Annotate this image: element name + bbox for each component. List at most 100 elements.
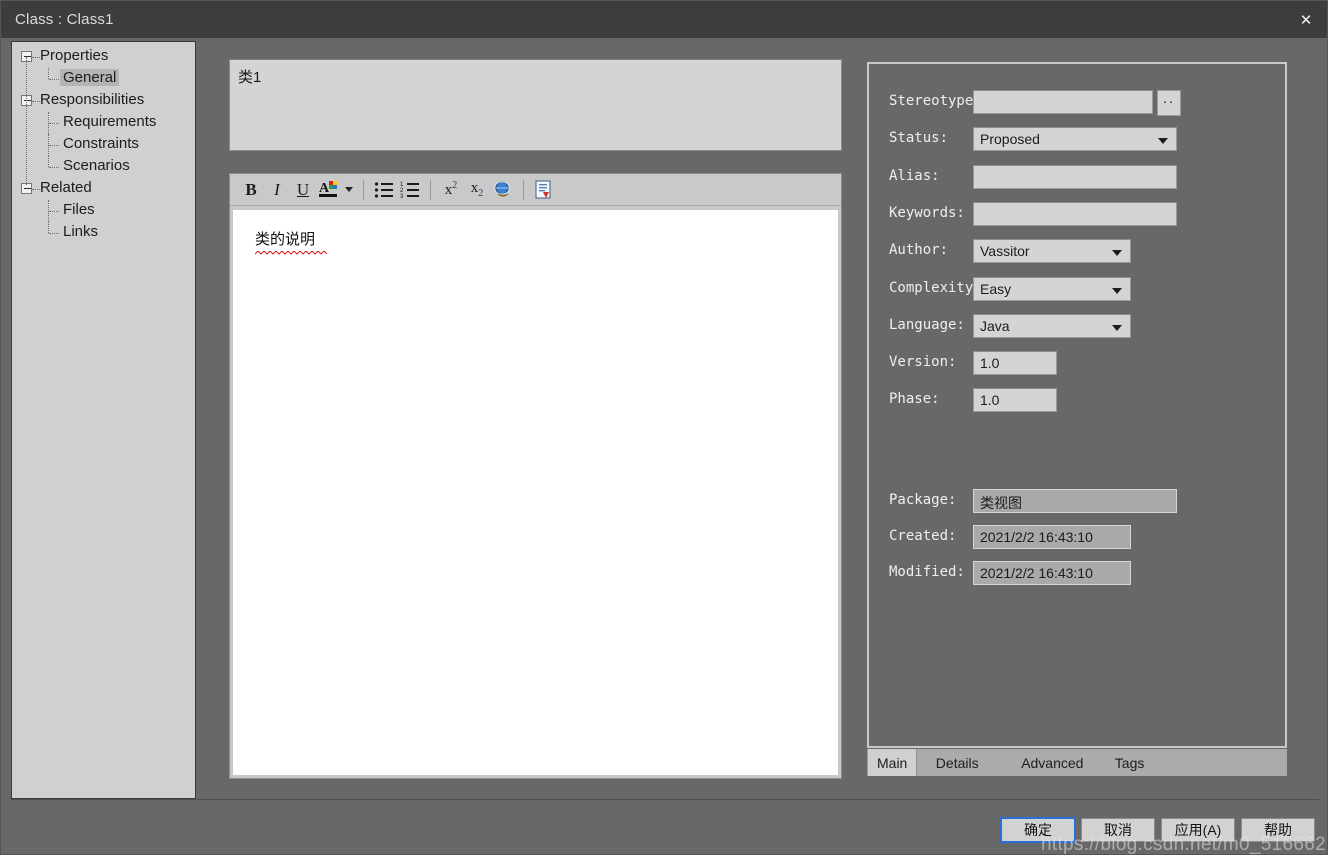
tree-connector <box>49 145 59 146</box>
tab-main[interactable]: Main <box>868 749 917 776</box>
properties-tabs[interactable]: Main Details Advanced Tags <box>867 749 1287 776</box>
tree-connector <box>49 167 59 168</box>
window-title: Class : Class1 <box>15 11 114 28</box>
complexity-value: Easy <box>980 281 1011 297</box>
hyperlink-icon[interactable] <box>490 177 516 203</box>
package-readonly: 类视图 <box>973 489 1177 513</box>
navigation-tree-panel[interactable]: PropertiesGeneral Responsibilities Require… <box>11 41 196 799</box>
navigation-tree[interactable]: PropertiesGeneral Responsibilities Require… <box>12 42 195 244</box>
superscript-icon[interactable]: x2 <box>438 177 464 203</box>
tab-advanced[interactable]: Advanced <box>1012 749 1092 776</box>
phase-value: 1.0 <box>980 392 999 408</box>
tree-connector <box>49 233 59 234</box>
package-value: 类视图 <box>980 493 1022 513</box>
field-row-status: Status:Proposed <box>869 127 1285 151</box>
insert-document-icon[interactable] <box>531 177 557 203</box>
status-value: Proposed <box>980 131 1040 147</box>
toolbar-separator <box>363 180 364 200</box>
tree-item-properties[interactable]: Properties <box>12 46 195 68</box>
field-row-modified: Modified:2021/2/2 16:43:10 <box>869 561 1285 585</box>
field-row-author: Author:Vassitor <box>869 239 1285 263</box>
notes-editor: BIUA 123 x2x2 类的说明 <box>229 173 842 779</box>
tree-connector <box>48 222 49 233</box>
version-label: Version: <box>889 354 981 370</box>
help-button[interactable]: 帮助 <box>1241 818 1315 842</box>
bullet-list-icon[interactable] <box>371 177 397 203</box>
tree-item-scenarios[interactable]: Scenarios <box>12 156 195 178</box>
numbered-list-icon[interactable]: 123 <box>397 177 423 203</box>
modified-readonly: 2021/2/2 16:43:10 <box>973 561 1131 585</box>
tab-details[interactable]: Details <box>927 749 988 776</box>
underline-icon[interactable]: U <box>290 177 316 203</box>
tree-item-label: Requirements <box>60 113 159 130</box>
class-properties-dialog: Class : Class1 ✕ PropertiesGeneral Respon… <box>0 0 1328 855</box>
subscript-icon[interactable]: x2 <box>464 177 490 203</box>
tree-item-constraints[interactable]: Constraints <box>12 134 195 156</box>
bold-icon[interactable]: B <box>238 177 264 203</box>
field-row-stereotype: Stereotype:.. <box>869 90 1285 114</box>
field-row-created: Created:2021/2/2 16:43:10 <box>869 525 1285 549</box>
field-row-alias: Alias: <box>869 165 1285 189</box>
author-select[interactable]: Vassitor <box>973 239 1131 263</box>
complexity-select[interactable]: Easy <box>973 277 1131 301</box>
class-name-input[interactable]: 类1 <box>229 59 842 151</box>
editor-canvas[interactable]: 类的说明 <box>233 210 838 775</box>
footer-divider <box>11 799 1319 800</box>
complexity-label: Complexity: <box>889 280 981 296</box>
properties-panel: Stereotype:.. Status:Proposed Alias: Keywor… <box>867 62 1287 748</box>
chevron-down-icon[interactable] <box>1158 138 1168 144</box>
package-label: Package: <box>889 492 981 508</box>
class-name-value: 类1 <box>238 66 261 87</box>
tab-tags[interactable]: Tags <box>1106 749 1154 776</box>
field-row-complexity: Complexity:Easy <box>869 277 1285 301</box>
tree-item-general[interactable]: General <box>12 68 195 90</box>
apply-button[interactable]: 应用(A) <box>1161 818 1235 842</box>
tree-item-label: Responsibilities <box>37 91 147 108</box>
tree-item-responsibilities[interactable]: Responsibilities <box>12 90 195 112</box>
close-icon[interactable]: ✕ <box>1283 1 1328 38</box>
tree-item-label: General <box>60 69 119 86</box>
chevron-down-icon[interactable] <box>1112 250 1122 256</box>
toolbar-separator <box>523 180 524 200</box>
svg-text:3: 3 <box>400 194 404 199</box>
field-row-version: Version:1.0 <box>869 351 1285 375</box>
status-label: Status: <box>889 130 981 146</box>
language-select[interactable]: Java <box>973 314 1131 338</box>
font-color-dropdown-icon[interactable] <box>342 177 356 203</box>
field-row-keywords: Keywords: <box>869 202 1285 226</box>
phase-input[interactable]: 1.0 <box>973 388 1057 412</box>
tree-item-related[interactable]: Related <box>12 178 195 200</box>
tree-item-label: Links <box>60 223 101 240</box>
tree-connector <box>48 134 49 156</box>
font-color-icon[interactable]: A <box>316 177 342 203</box>
ok-button[interactable]: 确定 <box>1001 818 1075 842</box>
tree-item-files[interactable]: Files <box>12 200 195 222</box>
author-value: Vassitor <box>980 243 1030 259</box>
chevron-down-icon[interactable] <box>1112 325 1122 331</box>
stereotype-browse-button[interactable]: .. <box>1157 90 1181 116</box>
tree-item-links[interactable]: Links <box>12 222 195 244</box>
editor-toolbar: BIUA 123 x2x2 <box>230 174 841 206</box>
svg-text:A: A <box>319 181 330 196</box>
tree-connector <box>48 68 49 79</box>
status-select[interactable]: Proposed <box>973 127 1177 151</box>
phase-label: Phase: <box>889 391 981 407</box>
created-label: Created: <box>889 528 981 544</box>
chevron-down-icon[interactable] <box>1112 288 1122 294</box>
tree-connector <box>49 211 59 212</box>
version-value: 1.0 <box>980 355 999 371</box>
language-value: Java <box>980 318 1010 334</box>
tree-item-requirements[interactable]: Requirements <box>12 112 195 134</box>
italic-icon[interactable]: I <box>264 177 290 203</box>
spellcheck-underline <box>255 251 327 255</box>
alias-input[interactable] <box>973 165 1177 189</box>
tree-connector <box>49 79 59 80</box>
stereotype-input[interactable] <box>973 90 1153 114</box>
modified-label: Modified: <box>889 564 981 580</box>
version-input[interactable]: 1.0 <box>973 351 1057 375</box>
keywords-input[interactable] <box>973 202 1177 226</box>
cancel-button[interactable]: 取消 <box>1081 818 1155 842</box>
tree-spine <box>26 57 27 185</box>
tree-item-label: Files <box>60 201 98 218</box>
language-label: Language: <box>889 317 981 333</box>
